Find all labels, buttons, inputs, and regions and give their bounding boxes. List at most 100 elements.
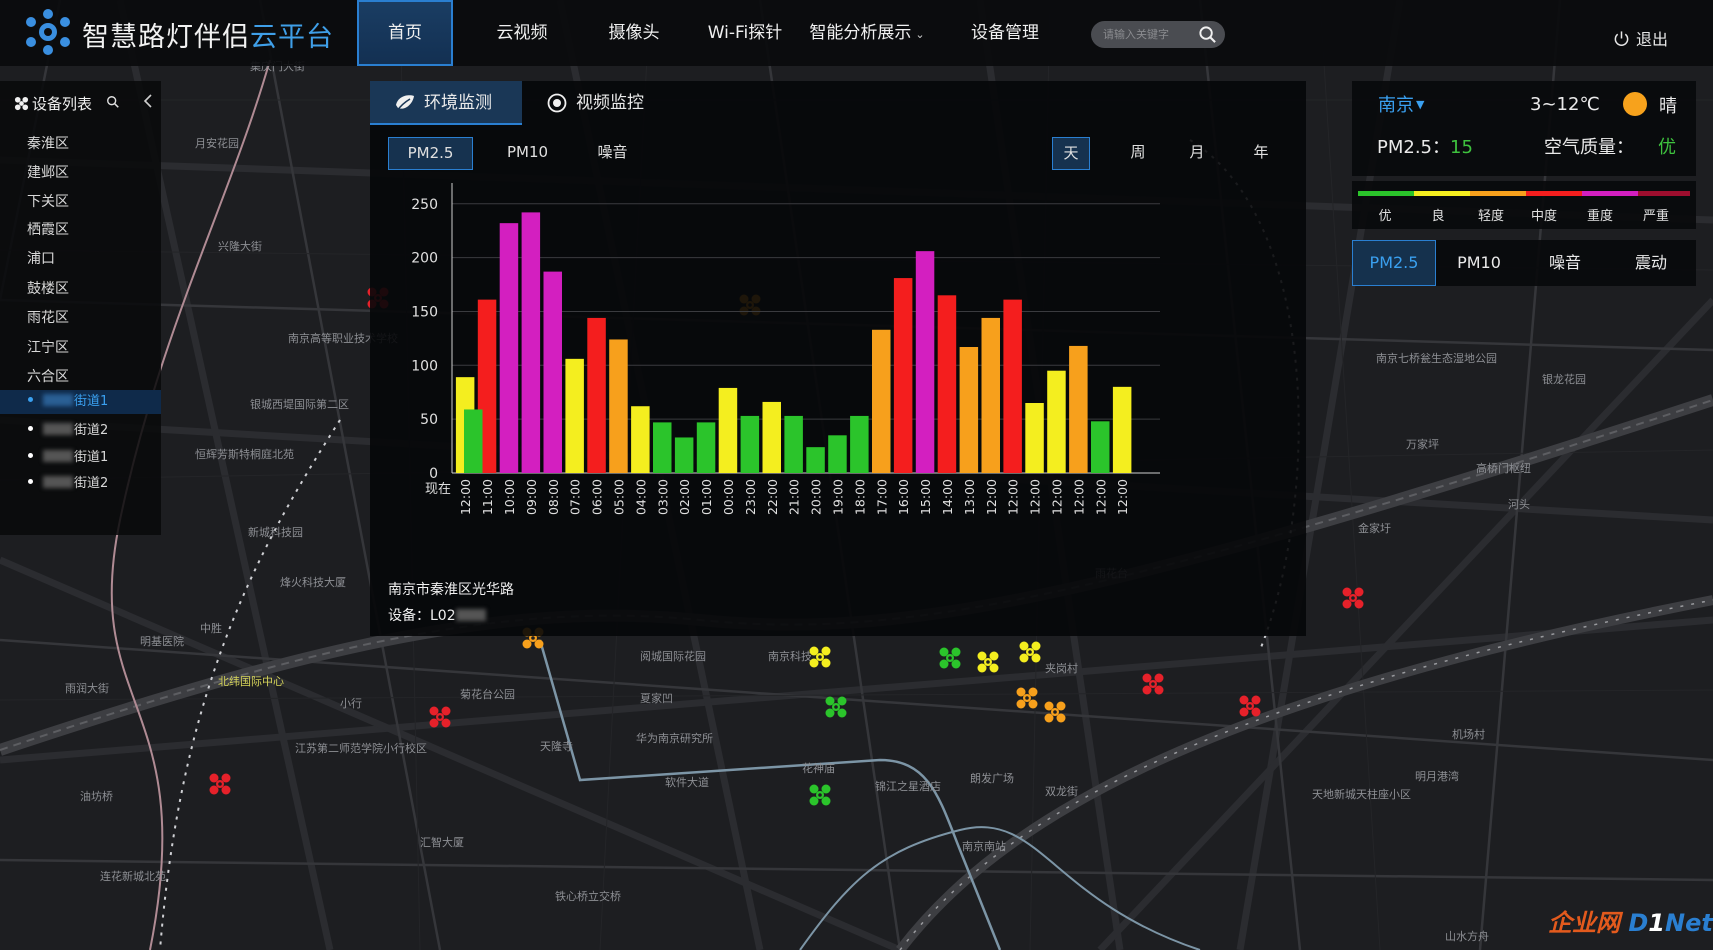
chevron-left-icon[interactable] — [141, 93, 155, 109]
y-tick-label: 50 — [420, 412, 438, 428]
x-tick-label: 05:00 — [611, 479, 626, 515]
street-item[interactable]: 街道2 — [28, 472, 108, 491]
nav-cloud-video[interactable]: 云视频 — [475, 0, 569, 66]
nav-camera[interactable]: 摄像头 — [591, 0, 677, 66]
chart-bar — [653, 422, 672, 473]
x-tick-label: 11:00 — [480, 479, 495, 515]
air-quality-label: 空气质量： — [1544, 137, 1634, 158]
bullet-icon — [28, 479, 33, 484]
weather-condition: 晴 — [1659, 96, 1677, 117]
map-place-label: 锦江之星酒店 — [875, 779, 941, 793]
chart-bar — [828, 435, 847, 473]
nav-wifi-probe[interactable]: Wi-Fi探针 — [693, 0, 797, 66]
chart-bar — [1025, 403, 1044, 473]
nav-device-management[interactable]: 设备管理 — [953, 0, 1057, 66]
map-place-label: 月安花园 — [195, 136, 239, 150]
legend-bar-good — [1414, 191, 1470, 196]
x-tick-label: 12:00 — [1115, 479, 1130, 515]
top-navigation-bar: 智慧路灯伴侣云平台 首页 云视频 摄像头 Wi-Fi探针 智能分析展示 ⌄ 设备管… — [0, 0, 1713, 66]
map-place-label: 高桥门枢纽 — [1476, 461, 1531, 475]
y-tick-label: 100 — [411, 358, 438, 374]
chart-bar — [937, 295, 957, 473]
device-list-title: 设备列表 — [14, 93, 92, 114]
x-tick-label: 12:00 — [1049, 479, 1064, 515]
chart-bar — [718, 387, 738, 473]
search-input[interactable] — [1103, 24, 1193, 45]
x-tick-label: 08:00 — [546, 479, 561, 515]
caret-down-icon: ▼ — [1416, 98, 1425, 111]
environment-chart-panel: 环境监测 视频监控 PM2.5 PM10 噪音 天 周 月 年 0 50 100 15… — [370, 81, 1306, 636]
sensor-tab-pm25[interactable]: PM2.5 — [1352, 240, 1436, 286]
search-icon[interactable] — [1198, 25, 1217, 44]
chart-bar — [893, 278, 913, 473]
legend-bar-severe — [1638, 191, 1690, 196]
district-item[interactable]: 浦口 — [27, 248, 55, 268]
map-place-label: 明月港湾 — [1415, 769, 1459, 783]
map-place-label: 新城科技园 — [248, 525, 303, 539]
metric-tab-pm25[interactable]: PM2.5 — [388, 137, 473, 170]
nav-smart-analysis[interactable]: 智能分析展示 ⌄ — [802, 0, 932, 66]
map-place-label: 阅城国际花园 — [640, 650, 706, 663]
x-tick-label: 00:00 — [721, 479, 736, 515]
x-tick-label: 12:00 — [1028, 479, 1043, 515]
x-tick-label: 20:00 — [809, 479, 824, 515]
period-tab-month[interactable]: 月 — [1177, 137, 1217, 170]
chart-bar — [696, 422, 716, 473]
street-item[interactable]: 街道2 — [28, 419, 108, 438]
chart-bar — [872, 329, 891, 473]
map-place-label: 中胜 — [200, 621, 222, 635]
y-tick-label: 200 — [411, 251, 438, 267]
legend-bar-excellent — [1358, 191, 1414, 196]
metric-tab-noise[interactable]: 噪音 — [575, 137, 650, 170]
district-item[interactable]: 秦淮区 — [27, 133, 69, 153]
period-tab-year[interactable]: 年 — [1241, 137, 1281, 170]
street-item[interactable]: 街道1 — [28, 446, 108, 465]
street-item-selected[interactable]: 街道1 — [0, 390, 161, 414]
map-place-label: 南京七桥瓮生态湿地公园 — [1376, 351, 1497, 365]
chart-bar — [915, 251, 935, 473]
map-place-label: 南京科技 — [768, 649, 812, 663]
district-item[interactable]: 雨花区 — [27, 307, 69, 327]
city-selector[interactable]: 南京 ▼ — [1378, 91, 1424, 117]
nav-home[interactable]: 首页 — [357, 0, 453, 66]
sensor-tab-pm10[interactable]: PM10 — [1436, 240, 1522, 286]
district-item[interactable]: 江宁区 — [27, 337, 69, 357]
sensor-tab-vibration[interactable]: 震动 — [1608, 240, 1694, 286]
district-item[interactable]: 建邺区 — [27, 162, 69, 182]
chart-bar — [499, 223, 519, 473]
map-place-label: 天隆寺 — [540, 739, 573, 753]
period-tab-day[interactable]: 天 — [1052, 137, 1090, 170]
map-place-label: 连花新城北苑 — [100, 869, 166, 883]
map-place-label: 南京南站 — [962, 839, 1006, 853]
x-tick-label: 01:00 — [699, 479, 714, 515]
district-item[interactable]: 下关区 — [27, 191, 69, 211]
temperature-range: 3~12℃ — [1530, 94, 1600, 115]
x-tick-label: 21:00 — [787, 479, 802, 515]
logout-button[interactable]: 退出 — [1613, 26, 1668, 50]
tab-video-monitoring[interactable]: 视频监控 — [522, 81, 672, 125]
x-tick-label: 07:00 — [568, 479, 583, 515]
legend-label: 严重 — [1642, 209, 1669, 224]
redacted-text — [43, 394, 73, 406]
chart-bar — [565, 358, 584, 473]
map-place-label: 机场村 — [1452, 727, 1485, 741]
leaf-icon — [396, 95, 414, 112]
district-item[interactable]: 鼓楼区 — [27, 278, 69, 298]
map-place-label: 兴隆大街 — [218, 239, 262, 253]
chart-bar — [464, 409, 483, 473]
pm25-readout: PM2.5：15 — [1377, 137, 1473, 158]
metric-tab-pm10[interactable]: PM10 — [485, 137, 570, 170]
map-place-label: 银龙花园 — [1542, 372, 1586, 386]
chart-bar — [981, 317, 1000, 473]
period-tab-week[interactable]: 周 — [1118, 137, 1158, 170]
x-tick-label: 18:00 — [852, 479, 867, 515]
sensor-tab-noise[interactable]: 噪音 — [1522, 240, 1608, 286]
bullet-icon — [28, 453, 33, 458]
device-search-icon[interactable] — [106, 95, 120, 109]
district-item[interactable]: 六合区 — [27, 366, 69, 386]
tab-environment-monitoring[interactable]: 环境监测 — [370, 81, 522, 125]
x-tick-label: 17:00 — [874, 479, 889, 515]
sun-icon — [1623, 92, 1647, 116]
district-item[interactable]: 栖霞区 — [27, 219, 69, 239]
y-tick-label: 250 — [411, 197, 438, 213]
